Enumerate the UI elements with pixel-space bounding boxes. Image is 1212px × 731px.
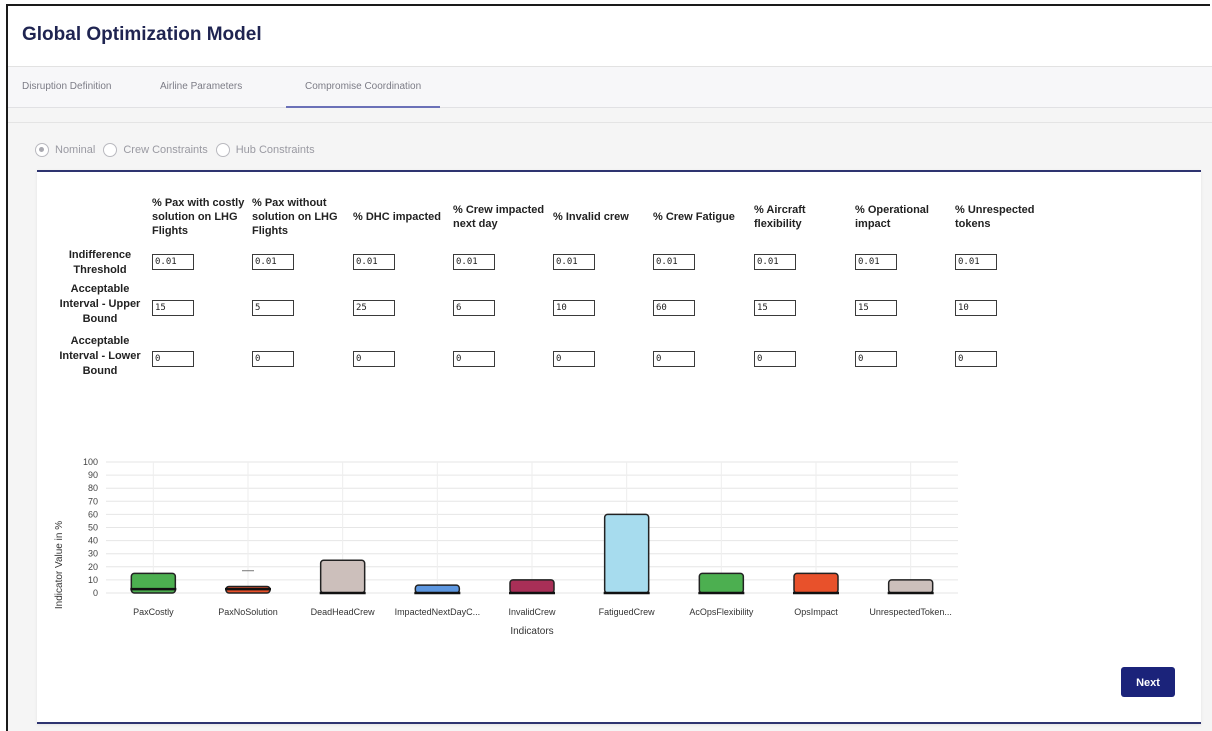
indicators-chart: 0 10 20 30 40 50 60 70 80 90 100 PaxCostly PaxNoSolu…	[54, 457, 958, 637]
x-tick-label: PaxNoSolution	[218, 607, 278, 617]
bar	[793, 572, 839, 594]
y-tick-label: 70	[88, 496, 98, 506]
y-tick-label: 60	[88, 509, 98, 519]
bar	[509, 579, 555, 594]
y-tick-label: 100	[83, 457, 98, 467]
bar	[887, 579, 934, 594]
y-tick-label: 0	[93, 588, 98, 598]
next-button[interactable]: Next	[1121, 667, 1175, 697]
y-tick-label: 10	[88, 575, 98, 585]
y-tick-label: 90	[88, 470, 98, 480]
x-tick-label: InvalidCrew	[508, 607, 556, 617]
bar	[698, 572, 745, 594]
y-axis-label: Indicator Value in %	[54, 521, 65, 609]
x-tick-label: AcOpsFlexibility	[689, 607, 754, 617]
x-tick-label: PaxCostly	[133, 607, 174, 617]
y-tick-label: 80	[88, 483, 98, 493]
y-tick-label: 20	[88, 562, 98, 572]
bar	[603, 513, 650, 594]
y-tick-label: 50	[88, 523, 98, 533]
x-tick-label: FatiguedCrew	[599, 607, 656, 617]
x-tick-label: ImpactedNextDayC...	[395, 607, 481, 617]
x-tick-label: DeadHeadCrew	[311, 607, 376, 617]
bar	[319, 559, 366, 594]
x-tick-label: OpsImpact	[794, 607, 838, 617]
x-axis-label: Indicators	[510, 626, 553, 637]
y-tick-label: 40	[88, 536, 98, 546]
y-tick-label: 30	[88, 549, 98, 559]
x-tick-label: UnrespectedToken...	[869, 607, 952, 617]
